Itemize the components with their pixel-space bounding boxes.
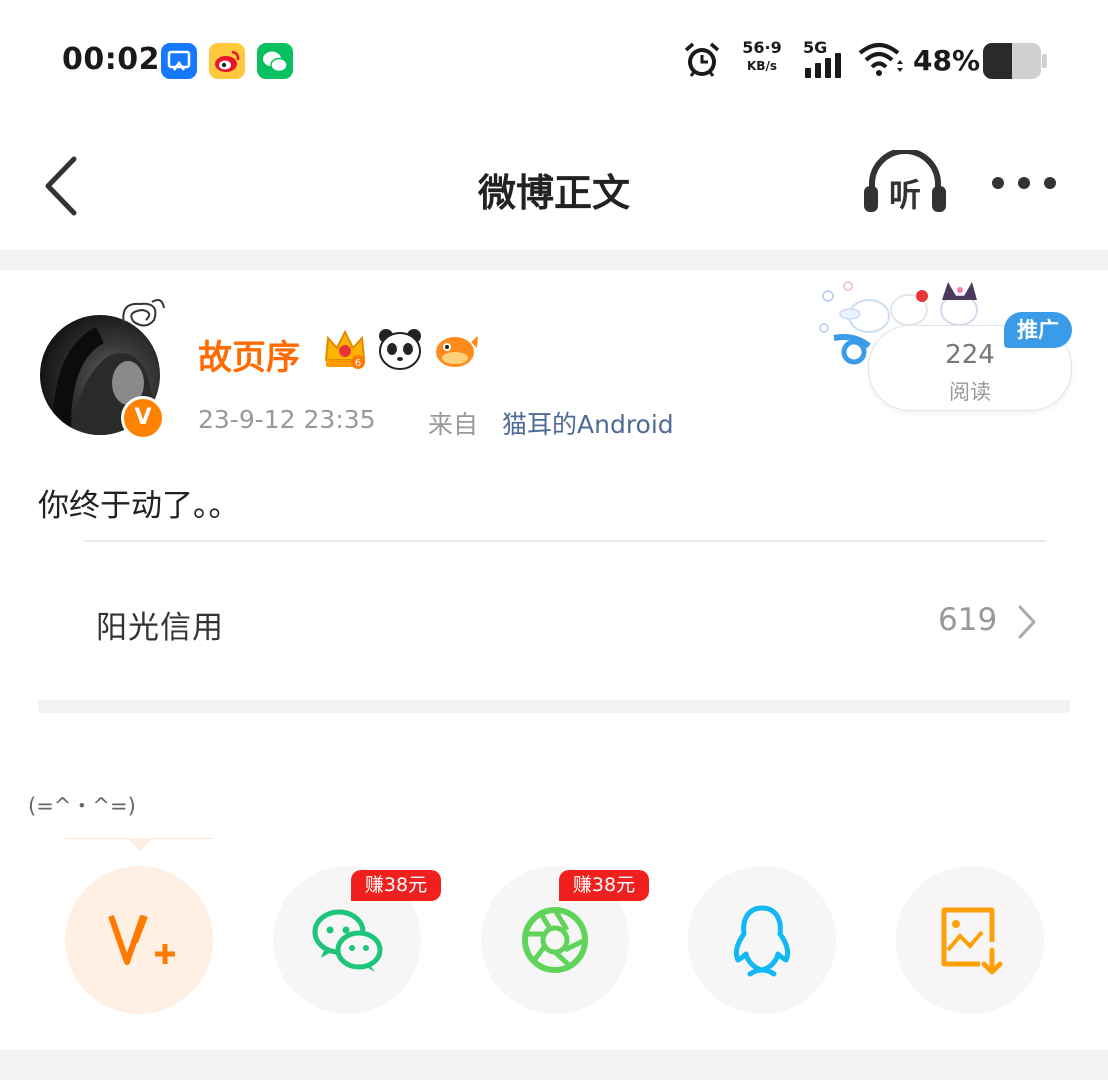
qq-icon [733, 905, 791, 977]
panda-badge-icon [377, 327, 423, 375]
save-image-icon [941, 907, 1003, 975]
wechat-icon [312, 909, 383, 972]
source-device[interactable]: 猫耳的Android [502, 405, 674, 441]
credit-score: 619 [938, 602, 998, 638]
battery-icon [982, 42, 1048, 84]
moments-icon [522, 907, 588, 973]
wechat-icon [257, 43, 293, 79]
net-speed: 56·9 KB/s [740, 38, 784, 76]
read-label: 阅读 [949, 380, 991, 404]
section-divider [0, 250, 1108, 270]
avatar-decoration-icon [116, 294, 168, 338]
crown-badge-icon: 6 [322, 326, 368, 376]
username[interactable]: 故页序 [198, 330, 300, 379]
fish-badge-icon [431, 330, 479, 374]
kaomoji-text: (=^・^=) [28, 794, 136, 818]
listen-button[interactable]: 听 [862, 150, 948, 216]
svg-text:6: 6 [355, 358, 361, 369]
card-bottom-edge [38, 700, 1070, 713]
net-speed-unit: KB/s [747, 59, 777, 73]
status-time: 00:02 [62, 42, 160, 77]
wifi-icon [857, 40, 905, 84]
share-qq-button[interactable] [688, 866, 836, 1014]
screenshot-icon [161, 43, 197, 79]
alarm-icon [682, 40, 722, 84]
bottom-band [0, 1050, 1108, 1080]
source-prefix: 来自 [428, 410, 479, 439]
weibo-icon [209, 43, 245, 79]
chevron-right-icon [1016, 604, 1038, 644]
promote-badge[interactable]: 推广 [1004, 312, 1072, 348]
credit-label: 阳光信用 [96, 610, 224, 646]
earn-badge-moments: 赚38元 [559, 870, 649, 901]
divider [84, 540, 1046, 542]
signal-icon [803, 52, 847, 84]
tooltip-arrow [128, 838, 152, 852]
share-vplus-button[interactable] [65, 866, 213, 1014]
net-speed-value: 56·9 [742, 38, 782, 57]
battery-percent: 48% [913, 44, 981, 77]
earn-badge-wechat: 赚38元 [351, 870, 441, 901]
more-button[interactable] [988, 172, 1060, 198]
post-time: 23-9-12 23:35 [198, 405, 376, 434]
listen-label: 听 [888, 176, 921, 214]
verified-badge: V [121, 396, 165, 440]
more-dots-icon [992, 177, 1056, 189]
v-plus-icon [108, 914, 175, 965]
share-save-image-button[interactable] [896, 866, 1044, 1014]
post-text: 你终于动了。。 [38, 488, 240, 524]
